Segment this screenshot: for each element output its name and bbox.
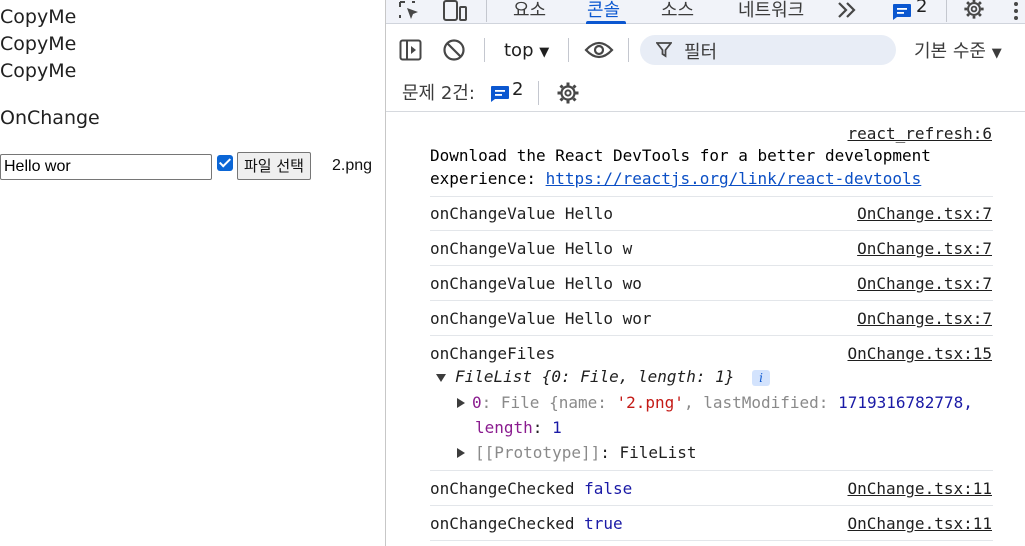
device-toolbar-icon[interactable] — [442, 0, 468, 22]
filter-input[interactable]: 필터 — [640, 35, 896, 65]
console-message: onChangeChecked true — [430, 514, 623, 533]
caret-down-icon: ▼ — [991, 46, 1002, 61]
length-key: length — [475, 418, 533, 437]
source-link[interactable]: OnChange.tsx:11 — [848, 514, 993, 533]
checked-value: false — [584, 479, 633, 498]
gear-icon[interactable] — [962, 0, 986, 20]
source-link[interactable]: OnChange.tsx:7 — [857, 309, 992, 328]
checkbox[interactable] — [217, 155, 233, 171]
checked-label: onChangeChecked — [430, 479, 575, 498]
app-page: CopyMe CopyMe CopyMe OnChange 파일 선택 2.pn… — [0, 0, 385, 546]
file-lastmod-value: 1719316782778, — [838, 393, 973, 412]
file-entry-key: 0 — [472, 393, 482, 412]
issues-label: 문제 2건: — [402, 83, 475, 104]
prototype-value: FileList — [619, 443, 697, 462]
checked-label: onChangeChecked — [430, 514, 575, 533]
source-link[interactable]: OnChange.tsx:7 — [857, 274, 992, 293]
checked-value: true — [584, 514, 623, 533]
console-message: Download the React DevTools for a better… — [430, 146, 931, 165]
console-log: react_refresh:6 Download the React DevTo… — [386, 112, 1025, 546]
filelist-summary[interactable]: FileList {0: File, length: 1} — [455, 367, 734, 386]
row-divider — [430, 300, 993, 301]
row-divider — [430, 230, 993, 231]
react-devtools-link[interactable]: https://reactjs.org/link/react-devtools — [546, 169, 922, 188]
double-chevron-right-icon[interactable] — [836, 0, 858, 22]
copy-text[interactable]: CopyMe — [0, 6, 76, 28]
source-link[interactable]: react_refresh:6 — [848, 124, 993, 143]
message-badge-icon[interactable] — [490, 85, 510, 103]
filter-icon — [656, 42, 672, 58]
console-message: onChangeValue Hello w — [430, 239, 633, 258]
issues-bar: 문제 2건: 2 — [386, 76, 1025, 112]
length-value: 1 — [552, 418, 562, 437]
caret-down-icon: ▼ — [539, 45, 550, 60]
tab-sources[interactable]: 소스 — [661, 0, 694, 22]
divider — [946, 0, 947, 22]
file-name-key: name — [558, 393, 598, 412]
gear-icon[interactable] — [556, 81, 580, 105]
sidebar-toggle-icon[interactable] — [399, 39, 423, 61]
file-entry-type: File — [500, 393, 540, 412]
expand-triangle-right-icon[interactable] — [456, 448, 466, 458]
log-level-value: 기본 수준 — [914, 41, 986, 62]
console-toolbar: top ▼ 필터 기본 수준 ▼ — [386, 24, 1025, 76]
issues-badge-count[interactable]: 2 — [916, 0, 927, 17]
console-message: onChangeChecked false — [430, 479, 632, 498]
length-entry: length: 1 — [475, 418, 562, 437]
filter-placeholder: 필터 — [684, 42, 718, 63]
row-divider — [430, 470, 993, 471]
console-message: onChangeValue Hello — [430, 204, 614, 223]
source-link[interactable]: OnChange.tsx:7 — [857, 204, 992, 223]
info-icon[interactable]: i — [752, 370, 770, 386]
divider — [484, 38, 485, 62]
prototype-entry[interactable]: [[Prototype]]: FileList — [475, 443, 697, 462]
tab-console[interactable]: 콘솔 — [587, 0, 620, 22]
devtools-panel: 요소 콘솔 소스 네트워크 2 top ▼ 필터 기본 수준 ▼ 문제 2건: … — [385, 0, 1025, 546]
file-select-button[interactable]: 파일 선택 — [237, 152, 311, 180]
copy-text[interactable]: CopyMe — [0, 60, 76, 82]
text-input[interactable] — [0, 154, 212, 180]
row-divider — [430, 196, 993, 197]
copy-text[interactable]: CopyMe — [0, 33, 76, 55]
file-name-label: 2.png — [332, 157, 373, 174]
source-link[interactable]: OnChange.tsx:15 — [848, 344, 993, 363]
console-message: onChangeFiles — [430, 344, 556, 363]
divider — [568, 38, 569, 62]
console-message-prefix: experience: — [430, 169, 546, 188]
row-divider — [430, 540, 993, 541]
divider — [486, 0, 487, 22]
tab-network[interactable]: 네트워크 — [738, 0, 804, 22]
expand-triangle-right-icon[interactable] — [456, 398, 466, 408]
issues-count[interactable]: 2 — [512, 79, 523, 100]
source-link[interactable]: OnChange.tsx:11 — [848, 479, 993, 498]
prototype-key: [[Prototype]] — [475, 443, 601, 462]
log-level-select[interactable]: 기본 수준 ▼ — [914, 37, 1002, 63]
divider — [628, 38, 629, 62]
file-lastmod-key: lastModified — [703, 393, 819, 412]
row-divider — [430, 505, 993, 506]
row-divider — [430, 335, 993, 336]
tab-elements[interactable]: 요소 — [513, 0, 546, 22]
devtools-tab-bar: 요소 콘솔 소스 네트워크 2 — [386, 0, 1025, 24]
console-message: onChangeValue Hello wo — [430, 274, 642, 293]
context-select[interactable]: top ▼ — [504, 40, 549, 61]
row-divider — [430, 265, 993, 266]
source-link[interactable]: OnChange.tsx:7 — [857, 239, 992, 258]
expand-triangle-down-icon[interactable] — [436, 373, 446, 383]
more-options-icon[interactable] — [1012, 0, 1020, 22]
divider — [538, 81, 539, 105]
console-message: experience: https://reactjs.org/link/rea… — [430, 169, 921, 188]
context-value: top — [504, 40, 534, 61]
clear-console-icon[interactable] — [442, 38, 466, 62]
message-badge-icon[interactable] — [892, 1, 912, 23]
inspect-element-icon[interactable] — [398, 0, 422, 22]
onchange-heading: OnChange — [0, 107, 100, 129]
file-entry[interactable]: 0: File {name: '2.png', lastModified: 17… — [472, 393, 973, 412]
eye-icon[interactable] — [584, 40, 614, 60]
console-message: onChangeValue Hello wor — [430, 309, 652, 328]
file-name-value: '2.png' — [616, 393, 684, 412]
